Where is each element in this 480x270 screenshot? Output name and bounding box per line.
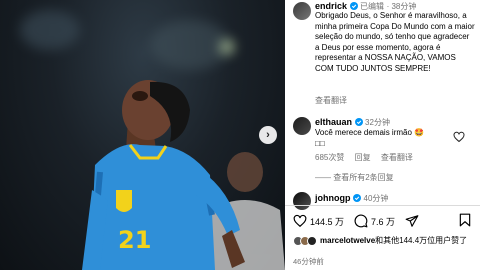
comment-meta: 685次赞 回复 查看翻译 bbox=[315, 152, 421, 163]
like-button[interactable]: 144.5 万 bbox=[293, 214, 344, 228]
commenter-avatar[interactable] bbox=[293, 117, 311, 135]
liked-by-rest[interactable]: 和其他144.4万位用户赞了 bbox=[375, 236, 467, 245]
comment-like-icon[interactable] bbox=[453, 131, 465, 143]
author-avatar[interactable] bbox=[293, 2, 311, 20]
post-details-panel: endrick 已编辑 · 38分钟 Obrigado Deus, o Senh… bbox=[285, 0, 480, 270]
verified-icon bbox=[353, 194, 362, 202]
liked-by: marcelotwelve和其他144.4万位用户赞了 bbox=[293, 235, 467, 246]
see-translation-link[interactable]: 查看翻译 bbox=[315, 95, 347, 106]
comment-username[interactable]: elthauan bbox=[315, 117, 352, 127]
verified-icon bbox=[354, 118, 363, 126]
comment-text: Você merece demais irmão 🤩 □□ bbox=[315, 128, 455, 149]
post-caption: Obrigado Deus, o Senhor é maravilhoso, a… bbox=[315, 11, 475, 73]
comment-header: elthauan 32分钟 bbox=[315, 117, 390, 128]
comment-header: johnogp 40分钟 bbox=[315, 193, 388, 204]
share-button[interactable] bbox=[405, 214, 422, 228]
heart-icon bbox=[293, 214, 307, 228]
commenter-avatar[interactable] bbox=[293, 192, 311, 210]
comment-body: Você merece demais irmão 🤩 bbox=[315, 128, 425, 137]
comment-likes: 685次赞 bbox=[315, 153, 345, 162]
comment-button[interactable]: 7.6 万 bbox=[354, 214, 395, 228]
edited-label: 已编辑 bbox=[360, 2, 385, 11]
liker-username[interactable]: marcelotwelve bbox=[320, 236, 375, 245]
author-username[interactable]: endrick bbox=[315, 1, 347, 11]
divider bbox=[285, 205, 480, 206]
comment-time: 40分钟 bbox=[363, 194, 389, 203]
jersey-number: 21 bbox=[118, 226, 152, 254]
like-count: 144.5 万 bbox=[310, 216, 345, 227]
verified-icon bbox=[349, 2, 358, 10]
post-timestamp: 46分钟前 bbox=[293, 257, 324, 266]
post-photo[interactable]: 21 › bbox=[0, 0, 285, 270]
send-icon bbox=[405, 215, 419, 227]
comment-time: 32分钟 bbox=[365, 118, 390, 127]
bookmark-icon[interactable] bbox=[459, 213, 471, 227]
reply-button[interactable]: 回复 bbox=[355, 153, 371, 162]
comment-see-translation[interactable]: 查看翻译 bbox=[381, 153, 413, 162]
view-replies-link[interactable]: —— 查看所有2条回复 bbox=[315, 172, 394, 183]
comment-username[interactable]: johnogp bbox=[315, 193, 351, 203]
next-photo-button[interactable]: › bbox=[259, 126, 277, 144]
action-bar: 144.5 万 7.6 万 bbox=[293, 213, 432, 229]
comment-count: 7.6 万 bbox=[371, 216, 396, 227]
liker-avatar bbox=[307, 235, 317, 246]
emoji-placeholder: □□ bbox=[315, 138, 325, 148]
comment-icon bbox=[354, 214, 368, 228]
post-time: 38分钟 bbox=[391, 2, 417, 11]
